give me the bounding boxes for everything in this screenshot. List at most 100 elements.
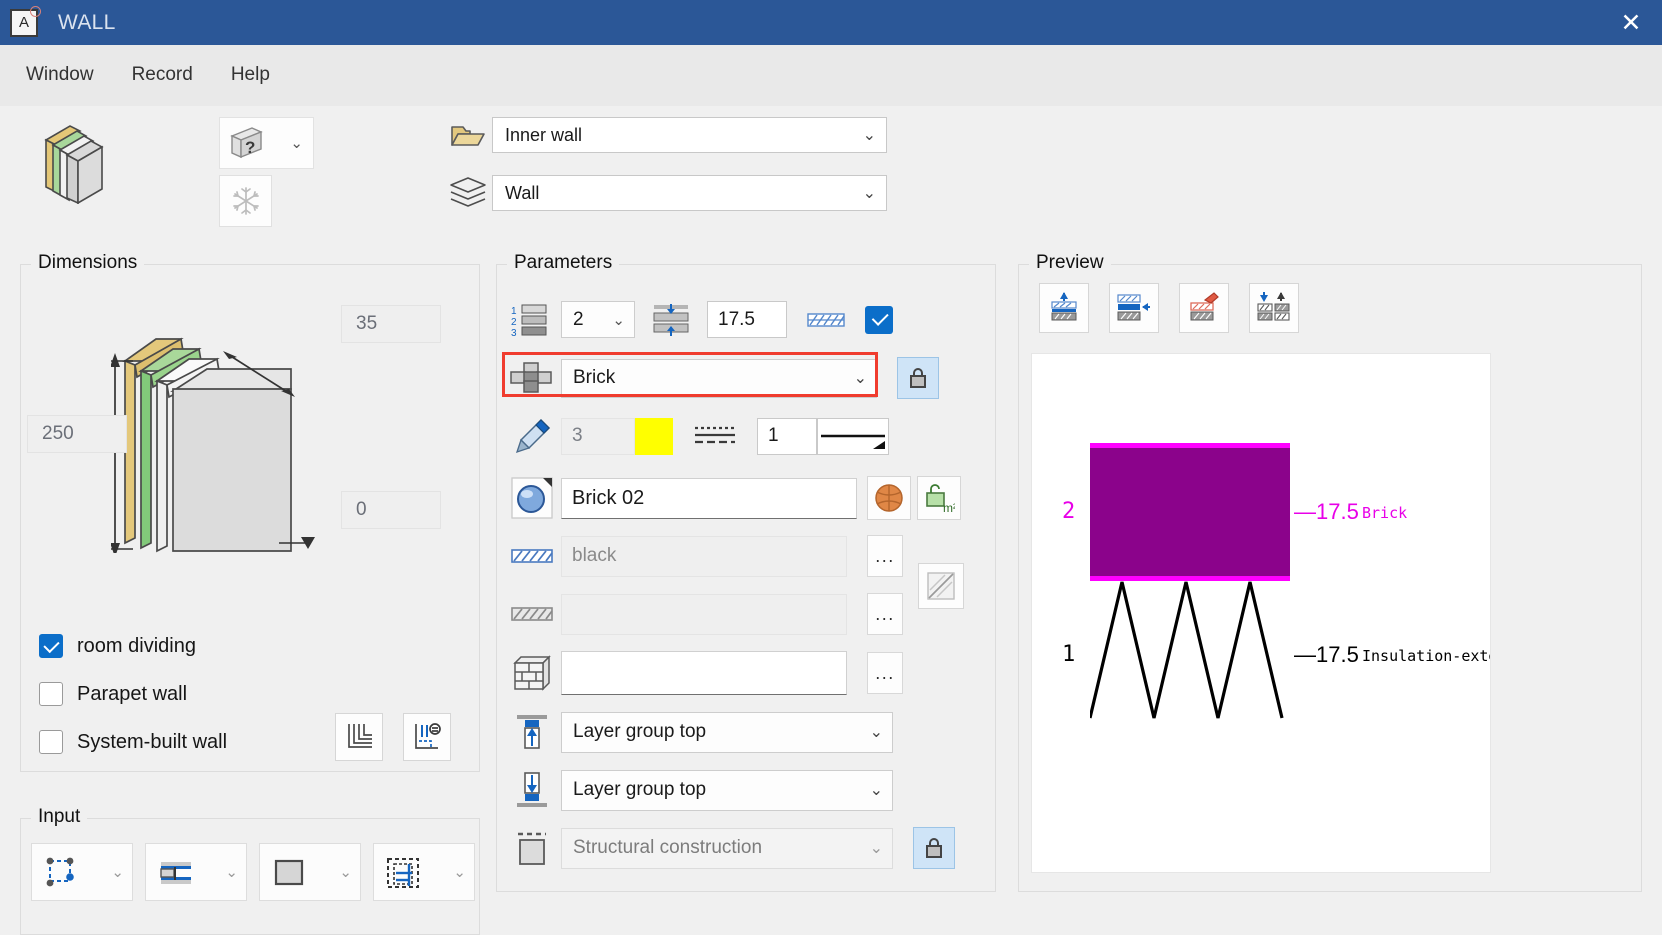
question-block-icon: ? xyxy=(230,127,263,159)
input-mode-dashed-grid[interactable]: ⌄ xyxy=(373,843,475,901)
wall-layers-preview-canvas[interactable]: 2 —17.5 Brick 1 —17.5 Insulation-exterio… xyxy=(1031,353,1491,873)
area-unlock-icon: m² xyxy=(926,484,955,514)
line-type-icon xyxy=(673,424,757,448)
svg-text:3: 3 xyxy=(511,328,517,337)
menu-item-record[interactable]: Record xyxy=(132,64,193,86)
top-connection-select[interactable]: Layer group top ⌄ xyxy=(561,711,893,753)
preview-layer-2-top-edge xyxy=(1090,443,1290,448)
hatch-fill-browse-button[interactable]: ... xyxy=(867,535,903,577)
layer-move-up-button[interactable] xyxy=(1039,283,1089,333)
component-lock-button[interactable] xyxy=(913,827,955,869)
hatch-blue-icon xyxy=(787,310,865,330)
dashed-component-icon xyxy=(503,827,561,869)
hatch-fill-field[interactable]: black xyxy=(561,535,847,577)
dimensions-group: Dimensions 35 250 0 room dividing Parape… xyxy=(20,252,480,772)
hatch-preview-button[interactable] xyxy=(918,563,964,609)
parameters-group: Parameters 1 2 3 2 ⌄ 17.5 Brick ⌄ 3 1 Br… xyxy=(496,252,996,892)
wall-pattern-field[interactable] xyxy=(561,651,847,695)
checkbox-parapet-wall[interactable]: Parapet wall xyxy=(39,682,187,706)
layer-thickness-icon xyxy=(635,302,707,338)
menu-item-window[interactable]: Window xyxy=(26,64,94,86)
wall-height-field[interactable]: 250 xyxy=(27,415,127,453)
app-icon-letter: A xyxy=(18,14,29,31)
checkbox-parapet-wall-box[interactable] xyxy=(39,682,63,706)
hatch-background-browse-button[interactable]: ... xyxy=(867,593,903,635)
preview-group: Preview 2 —17.5 Brick 1 —17.5 Insulation… xyxy=(1018,252,1642,892)
dimensions-legend: Dimensions xyxy=(31,252,145,274)
hatch-blue-small-icon xyxy=(503,546,561,566)
window-title: WALL xyxy=(58,10,116,34)
pen-color-swatch[interactable] xyxy=(635,417,673,455)
line-type-number-field[interactable]: 1 xyxy=(757,417,817,455)
material-lock-button[interactable] xyxy=(897,357,939,399)
points-dashed-icon xyxy=(46,857,74,887)
wall-type-value: Inner wall xyxy=(505,124,583,145)
checkbox-room-dividing-box[interactable] xyxy=(39,634,63,658)
wall-reference-settings-button[interactable] xyxy=(403,713,451,761)
checkbox-room-dividing[interactable]: room dividing xyxy=(39,634,196,658)
preview-layer-1-pattern xyxy=(1090,581,1284,719)
surface-name-field[interactable]: Brick 02 xyxy=(561,477,857,519)
chevron-down-icon: ⌄ xyxy=(111,864,124,881)
dashed-grid-icon xyxy=(387,858,419,888)
input-mode-points[interactable]: ⌄ xyxy=(31,843,133,901)
layer-number-icon: 1 2 3 xyxy=(503,303,561,337)
material-select[interactable]: Brick ⌄ xyxy=(561,358,877,398)
layer-swap-button[interactable] xyxy=(1249,283,1299,333)
bottom-connection-row: Layer group top ⌄ xyxy=(503,769,893,811)
layer-thickness-field[interactable]: 17.5 xyxy=(707,301,787,338)
component-value: Structural construction xyxy=(573,837,763,858)
checkbox-system-built-wall[interactable]: System-built wall xyxy=(39,730,227,754)
component-select[interactable]: Structural construction ⌄ xyxy=(561,827,893,869)
help-mode-button[interactable]: ? ⌄ xyxy=(219,117,314,169)
app-icon: A xyxy=(10,5,41,37)
hatch-gray-icon xyxy=(503,604,561,624)
material-row: Brick ⌄ xyxy=(503,357,939,399)
hatch-background-field[interactable] xyxy=(561,593,847,635)
wall-corner-layers-button[interactable] xyxy=(335,713,383,761)
texture-ball-button[interactable] xyxy=(867,476,911,520)
input-group: Input ⌄ ⌄ ⌄ ⌄ xyxy=(20,806,480,935)
freeze-button[interactable] xyxy=(219,175,272,227)
layer-value: Wall xyxy=(505,182,540,203)
wall-pattern-browse-button[interactable]: ... xyxy=(867,652,903,694)
line-weight-preview[interactable] xyxy=(817,417,889,455)
checkbox-parapet-wall-label: Parapet wall xyxy=(77,682,188,705)
wall-type-select[interactable]: Inner wall ⌄ xyxy=(492,117,887,153)
wall-base-offset-field[interactable]: 0 xyxy=(341,491,441,529)
input-mode-reference-line[interactable]: ⌄ xyxy=(145,843,247,901)
bottom-connection-select[interactable]: Layer group top ⌄ xyxy=(561,769,893,811)
layer-count-select[interactable]: 2 ⌄ xyxy=(561,301,635,338)
folder-combo-row: Inner wall ⌄ xyxy=(444,117,887,153)
close-icon[interactable]: ✕ xyxy=(1600,0,1662,45)
pencil-icon xyxy=(503,417,561,455)
wall-thickness-field[interactable]: 35 xyxy=(341,305,441,343)
chevron-down-icon: ⌄ xyxy=(290,135,303,152)
input-mode-solid[interactable]: ⌄ xyxy=(259,843,361,901)
folder-open-icon xyxy=(444,121,492,149)
pen-number-field[interactable]: 3 xyxy=(561,417,635,455)
top-connection-value: Layer group top xyxy=(573,721,707,742)
chevron-down-icon: ⌄ xyxy=(853,370,867,387)
layer-select-button[interactable] xyxy=(1109,283,1159,333)
preview-layer-1-thickness: —17.5 xyxy=(1294,642,1359,667)
layer-top-arrow-icon xyxy=(503,711,561,753)
layer-bottom-arrow-icon xyxy=(503,769,561,811)
surface-row: Brick 02 m² xyxy=(503,475,961,521)
input-legend: Input xyxy=(31,806,88,828)
surface-area-button[interactable]: m² xyxy=(917,476,961,520)
reference-line-icon xyxy=(160,862,191,884)
lock-closed-icon xyxy=(910,368,926,388)
layer-settings-row: 1 2 3 2 ⌄ 17.5 xyxy=(503,301,893,338)
top-toolbar: ? ⌄ Inner wall ⌄ Wall ⌄ xyxy=(0,106,1662,227)
layer-paint-button[interactable] xyxy=(1179,283,1229,333)
chevron-down-icon: ⌄ xyxy=(869,840,883,857)
hatch-toggle-checkbox[interactable] xyxy=(865,305,893,334)
parameters-legend: Parameters xyxy=(507,252,620,274)
layer-select[interactable]: Wall ⌄ xyxy=(492,175,887,211)
top-connection-row: Layer group top ⌄ xyxy=(503,711,893,753)
surface-sphere-icon[interactable] xyxy=(503,475,561,521)
menu-item-help[interactable]: Help xyxy=(231,64,270,86)
checkbox-system-built-wall-box[interactable] xyxy=(39,730,63,754)
chevron-down-icon: ⌄ xyxy=(869,782,883,799)
